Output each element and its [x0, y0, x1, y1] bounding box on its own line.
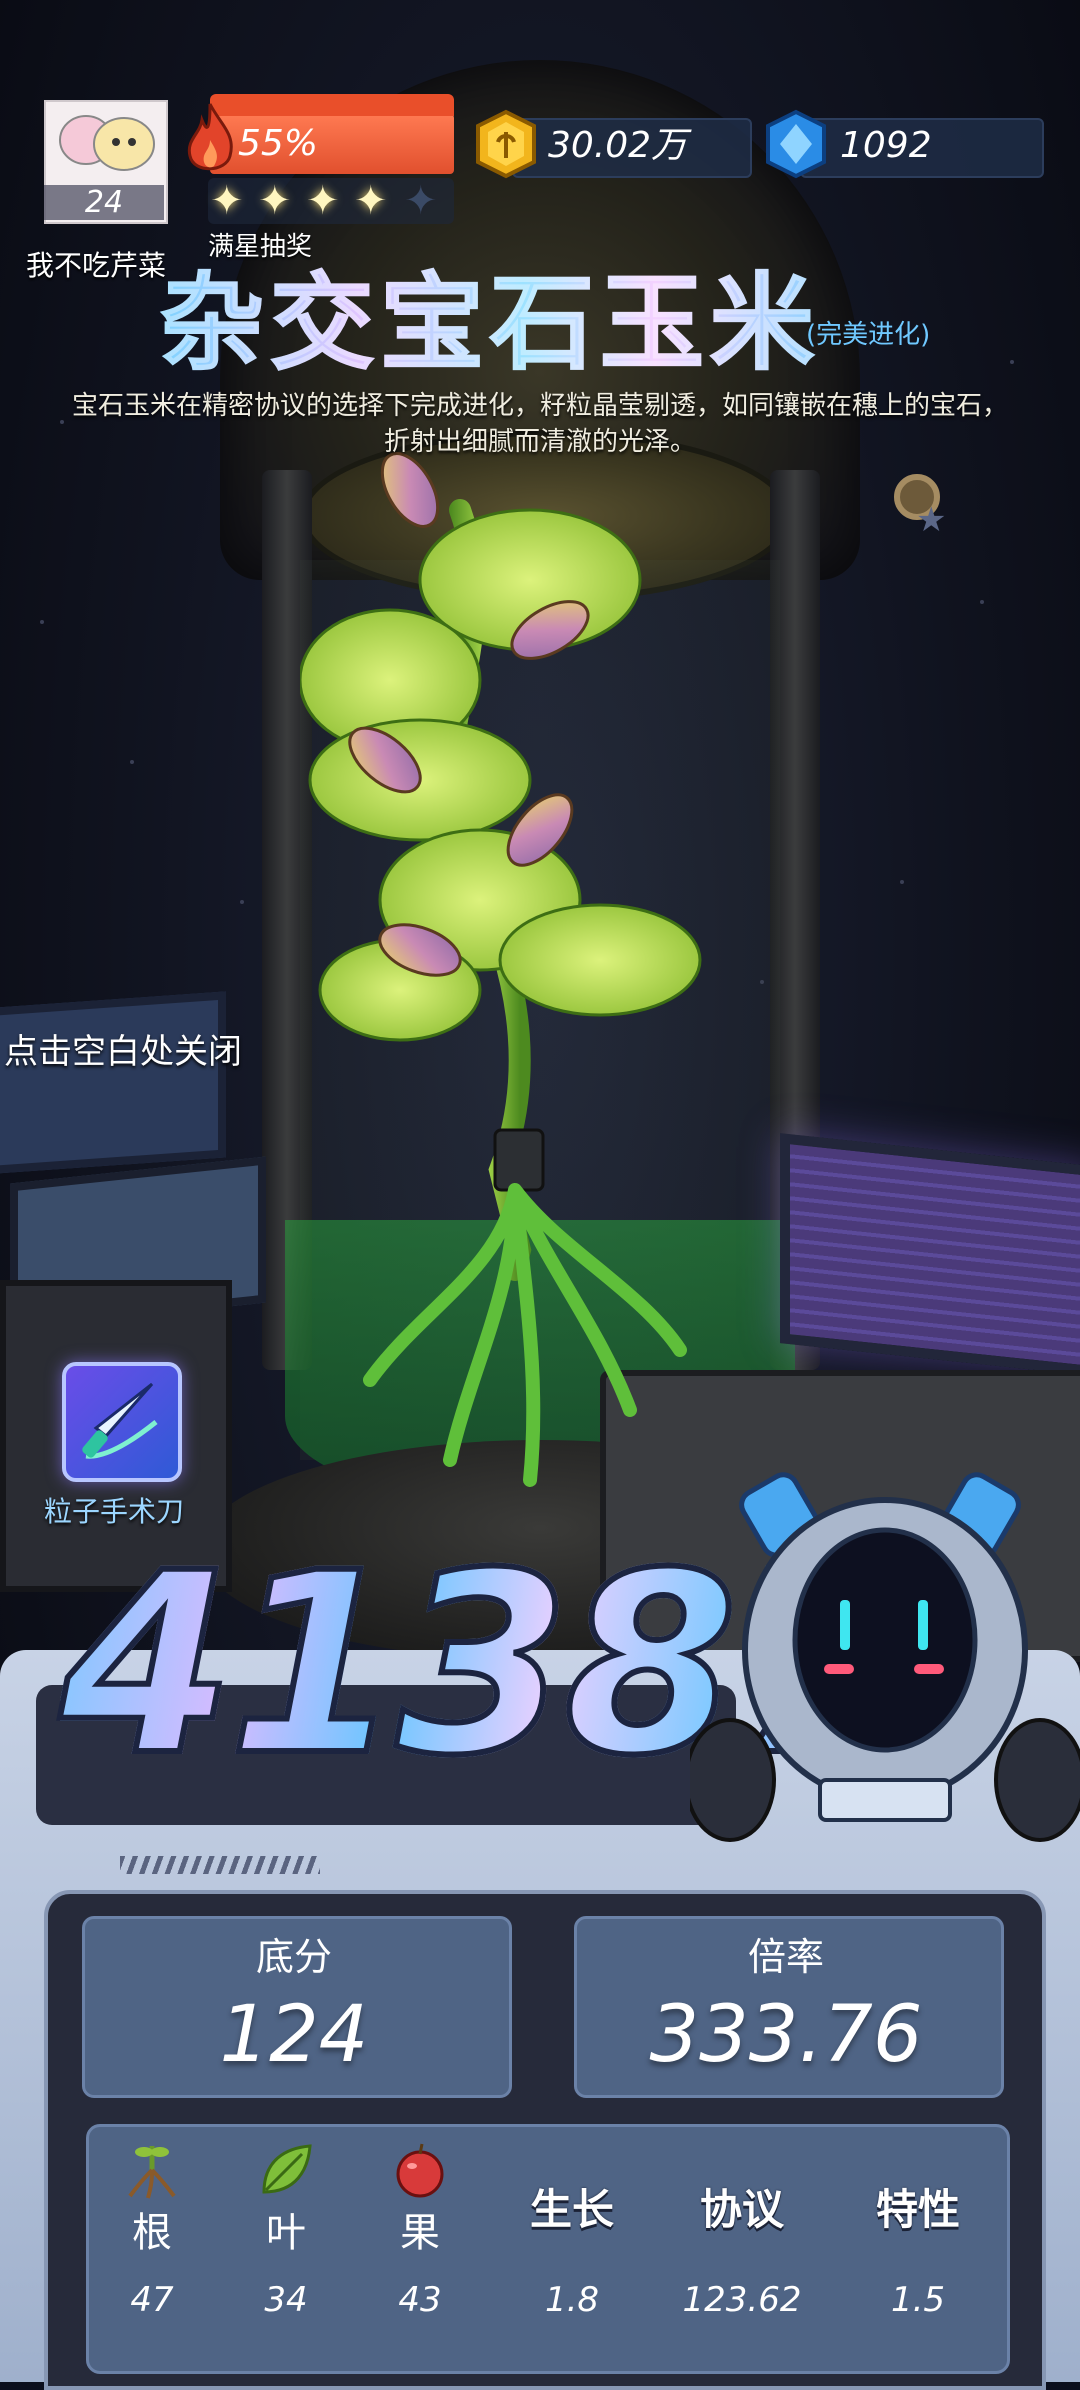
evolution-tag: (完美进化): [806, 320, 931, 350]
multiplier-label: 倍率: [747, 1935, 824, 1979]
panel-vent: [120, 1856, 320, 1874]
star-icon-3: ✦: [306, 178, 340, 224]
gem-icon: [766, 109, 826, 179]
star-icon-4: ✦: [354, 178, 388, 224]
close-hint: 点击空白处关闭: [4, 1032, 242, 1072]
plant-title: 杂交宝石玉米: [159, 238, 820, 389]
robot-mascot[interactable]: [690, 1450, 1080, 1870]
gem-amount: 1092: [840, 125, 932, 166]
attr-fruit-value: 43: [398, 2280, 442, 2320]
attr-protocol-value: 123.62: [682, 2280, 802, 2320]
player-name: 我不吃芹菜: [26, 249, 167, 282]
scalpel-tool-button[interactable]: [62, 1362, 182, 1482]
attributes-box: [86, 2124, 1010, 2374]
attr-protocol-label: 协议: [699, 2185, 784, 2234]
gem-corn-plant: [300, 452, 702, 1487]
attr-leaf-label: 叶: [266, 2210, 306, 2256]
monitor-right: [780, 1133, 1080, 1377]
attr-trait-value: 1.5: [890, 2280, 946, 2320]
flame-icon: [187, 103, 233, 171]
attr-root-label: 根: [132, 2210, 172, 2256]
attr-growth-label: 生长: [529, 2185, 614, 2234]
base-score-label: 底分: [255, 1935, 332, 1979]
attr-fruit-label: 果: [400, 2210, 440, 2256]
gold-coin-icon: [476, 109, 536, 179]
root-icon: [128, 2146, 176, 2199]
star-icon-5: ✦: [404, 178, 438, 224]
gold-amount: 30.02万: [548, 125, 688, 166]
player-level: 24: [44, 185, 164, 220]
monitor-left-top: [0, 991, 226, 1175]
star-icon-2: ✦: [258, 178, 292, 224]
scalpel-icon: [82, 1382, 158, 1459]
star-icon-1: ✦: [210, 178, 244, 224]
star-decoration: ★: [916, 500, 947, 540]
attr-trait-label: 特性: [875, 2185, 960, 2234]
fruit-icon: [396, 2143, 444, 2198]
attr-growth-value: 1.8: [544, 2280, 600, 2320]
avatar-image: [59, 115, 155, 171]
energy-percent: 55%: [238, 123, 319, 164]
plant-description: 宝石玉米在精密协议的选择下完成进化，籽粒晶莹剔透，如同镶嵌在穗上的宝石，折射出细…: [71, 391, 1008, 457]
multiplier-value: 333.76: [649, 1990, 923, 2080]
base-score-value: 124: [219, 1990, 369, 2080]
leaf-icon: [262, 2144, 312, 2194]
